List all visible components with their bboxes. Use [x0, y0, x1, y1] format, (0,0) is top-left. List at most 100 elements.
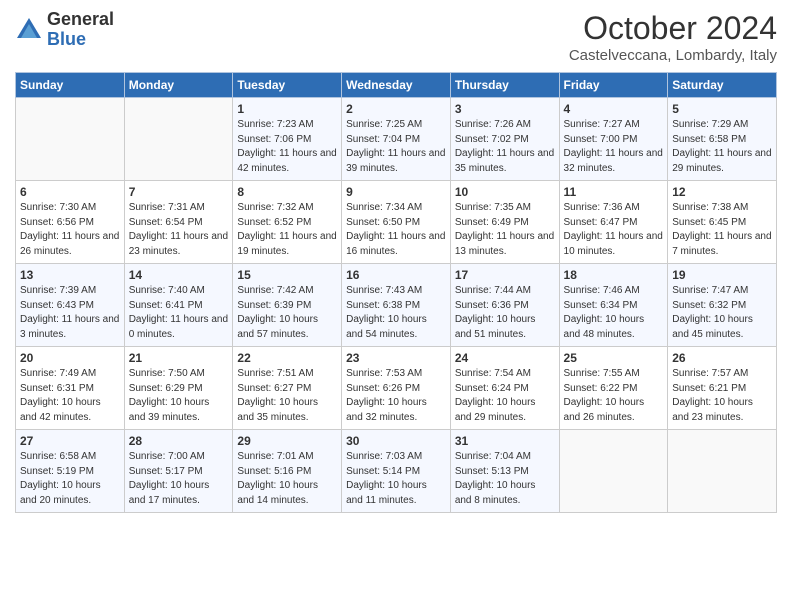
day-header-friday: Friday — [559, 73, 668, 98]
day-info: Sunrise: 7:36 AMSunset: 6:47 PMDaylight:… — [564, 201, 664, 259]
day-header-tuesday: Tuesday — [233, 73, 342, 98]
calendar-cell: 9 Sunrise: 7:34 AMSunset: 6:50 PMDaylight… — [342, 181, 451, 264]
calendar-cell: 2 Sunrise: 7:25 AMSunset: 7:04 PMDaylight… — [342, 98, 451, 181]
day-info: Sunrise: 7:35 AMSunset: 6:49 PMDaylight:… — [455, 201, 555, 259]
day-info: Sunrise: 7:01 AMSunset: 5:16 PMDaylight:… — [237, 450, 337, 508]
day-number: 25 — [564, 351, 664, 365]
day-number: 8 — [237, 185, 337, 199]
day-number: 23 — [346, 351, 446, 365]
day-info: Sunrise: 7:44 AMSunset: 6:36 PMDaylight:… — [455, 284, 555, 342]
day-info: Sunrise: 7:38 AMSunset: 6:45 PMDaylight:… — [672, 201, 772, 259]
calendar-cell — [668, 430, 777, 513]
day-info: Sunrise: 7:42 AMSunset: 6:39 PMDaylight:… — [237, 284, 337, 342]
day-info: Sunrise: 7:54 AMSunset: 6:24 PMDaylight:… — [455, 367, 555, 425]
calendar-cell: 26 Sunrise: 7:57 AMSunset: 6:21 PMDayligh… — [668, 347, 777, 430]
day-number: 24 — [455, 351, 555, 365]
day-number: 29 — [237, 434, 337, 448]
location-text: Castelveccana, Lombardy, Italy — [569, 47, 777, 64]
calendar-cell: 31Sunrise: 7:04 AMSunset: 5:13 PMDayligh… — [450, 430, 559, 513]
day-number: 5 — [672, 102, 772, 116]
day-number: 7 — [129, 185, 229, 199]
calendar-cell: 1Sunrise: 7:23 AMSunset: 7:06 PMDaylight… — [233, 98, 342, 181]
day-number: 26 — [672, 351, 772, 365]
day-number: 20 — [20, 351, 120, 365]
day-number: 30 — [346, 434, 446, 448]
calendar-cell: 22 Sunrise: 7:51 AMSunset: 6:27 PMDayligh… — [233, 347, 342, 430]
calendar-week-1: 1Sunrise: 7:23 AMSunset: 7:06 PMDaylight… — [16, 98, 777, 181]
calendar-week-2: 6Sunrise: 7:30 AMSunset: 6:56 PMDaylight… — [16, 181, 777, 264]
day-info: Sunrise: 7:26 AMSunset: 7:02 PMDaylight:… — [455, 118, 555, 176]
day-info: Sunrise: 7:03 AMSunset: 5:14 PMDaylight:… — [346, 450, 446, 508]
day-info: Sunrise: 7:46 AMSunset: 6:34 PMDaylight:… — [564, 284, 664, 342]
day-header-saturday: Saturday — [668, 73, 777, 98]
day-number: 28 — [129, 434, 229, 448]
day-header-monday: Monday — [124, 73, 233, 98]
logo-icon — [15, 16, 43, 44]
calendar-cell: 16 Sunrise: 7:43 AMSunset: 6:38 PMDayligh… — [342, 264, 451, 347]
day-info: Sunrise: 7:29 AMSunset: 6:58 PMDaylight:… — [672, 118, 772, 176]
day-info: Sunrise: 7:43 AMSunset: 6:38 PMDaylight:… — [346, 284, 446, 342]
day-number: 12 — [672, 185, 772, 199]
calendar-cell: 3 Sunrise: 7:26 AMSunset: 7:02 PMDaylight… — [450, 98, 559, 181]
calendar-cell: 14Sunrise: 7:40 AMSunset: 6:41 PMDayligh… — [124, 264, 233, 347]
logo: General Blue — [15, 10, 114, 50]
calendar-cell: 10 Sunrise: 7:35 AMSunset: 6:49 PMDayligh… — [450, 181, 559, 264]
day-number: 15 — [237, 268, 337, 282]
day-info: Sunrise: 7:50 AMSunset: 6:29 PMDaylight:… — [129, 367, 229, 425]
calendar-table: SundayMondayTuesdayWednesdayThursdayFrid… — [15, 72, 777, 513]
calendar-cell: 17Sunrise: 7:44 AMSunset: 6:36 PMDayligh… — [450, 264, 559, 347]
calendar-cell: 23 Sunrise: 7:53 AMSunset: 6:26 PMDayligh… — [342, 347, 451, 430]
day-info: Sunrise: 7:31 AMSunset: 6:54 PMDaylight:… — [129, 201, 229, 259]
day-number: 4 — [564, 102, 664, 116]
day-number: 6 — [20, 185, 120, 199]
day-number: 9 — [346, 185, 446, 199]
title-block: October 2024 Castelveccana, Lombardy, It… — [569, 10, 777, 64]
day-number: 10 — [455, 185, 555, 199]
day-number: 21 — [129, 351, 229, 365]
day-number: 2 — [346, 102, 446, 116]
calendar-cell: 20 Sunrise: 7:49 AMSunset: 6:31 PMDayligh… — [16, 347, 125, 430]
day-number: 3 — [455, 102, 555, 116]
day-number: 19 — [672, 268, 772, 282]
day-info: Sunrise: 6:58 AMSunset: 5:19 PMDaylight:… — [20, 450, 120, 508]
day-info: Sunrise: 7:49 AMSunset: 6:31 PMDaylight:… — [20, 367, 120, 425]
day-info: Sunrise: 7:53 AMSunset: 6:26 PMDaylight:… — [346, 367, 446, 425]
day-number: 11 — [564, 185, 664, 199]
calendar-cell — [16, 98, 125, 181]
calendar-cell: 11 Sunrise: 7:36 AMSunset: 6:47 PMDayligh… — [559, 181, 668, 264]
day-info: Sunrise: 7:00 AMSunset: 5:17 PMDaylight:… — [129, 450, 229, 508]
calendar-cell: 24 Sunrise: 7:54 AMSunset: 6:24 PMDayligh… — [450, 347, 559, 430]
day-info: Sunrise: 7:04 AMSunset: 5:13 PMDaylight:… — [455, 450, 555, 508]
day-header-wednesday: Wednesday — [342, 73, 451, 98]
day-header-sunday: Sunday — [16, 73, 125, 98]
calendar-cell: 8 Sunrise: 7:32 AMSunset: 6:52 PMDaylight… — [233, 181, 342, 264]
calendar-week-3: 13 Sunrise: 7:39 AMSunset: 6:43 PMDayligh… — [16, 264, 777, 347]
calendar-cell: 4 Sunrise: 7:27 AMSunset: 7:00 PMDaylight… — [559, 98, 668, 181]
day-info: Sunrise: 7:40 AMSunset: 6:41 PMDaylight:… — [129, 284, 229, 342]
calendar-cell: 27 Sunrise: 6:58 AMSunset: 5:19 PMDayligh… — [16, 430, 125, 513]
day-info: Sunrise: 7:34 AMSunset: 6:50 PMDaylight:… — [346, 201, 446, 259]
day-number: 27 — [20, 434, 120, 448]
day-number: 13 — [20, 268, 120, 282]
day-info: Sunrise: 7:39 AMSunset: 6:43 PMDaylight:… — [20, 284, 120, 342]
calendar-cell: 25Sunrise: 7:55 AMSunset: 6:22 PMDayligh… — [559, 347, 668, 430]
calendar-cell: 13 Sunrise: 7:39 AMSunset: 6:43 PMDayligh… — [16, 264, 125, 347]
day-info: Sunrise: 7:25 AMSunset: 7:04 PMDaylight:… — [346, 118, 446, 176]
day-info: Sunrise: 7:51 AMSunset: 6:27 PMDaylight:… — [237, 367, 337, 425]
day-info: Sunrise: 7:27 AMSunset: 7:00 PMDaylight:… — [564, 118, 664, 176]
calendar-cell: 29 Sunrise: 7:01 AMSunset: 5:16 PMDayligh… — [233, 430, 342, 513]
day-info: Sunrise: 7:57 AMSunset: 6:21 PMDaylight:… — [672, 367, 772, 425]
day-number: 1 — [237, 102, 337, 116]
logo-general-text: General — [47, 9, 114, 29]
day-info: Sunrise: 7:32 AMSunset: 6:52 PMDaylight:… — [237, 201, 337, 259]
calendar-cell: 7 Sunrise: 7:31 AMSunset: 6:54 PMDaylight… — [124, 181, 233, 264]
logo-blue-text: Blue — [47, 29, 86, 49]
day-number: 18 — [564, 268, 664, 282]
calendar-cell — [559, 430, 668, 513]
day-header-thursday: Thursday — [450, 73, 559, 98]
calendar-cell: 18 Sunrise: 7:46 AMSunset: 6:34 PMDayligh… — [559, 264, 668, 347]
day-number: 16 — [346, 268, 446, 282]
header-row: SundayMondayTuesdayWednesdayThursdayFrid… — [16, 73, 777, 98]
calendar-cell: 19Sunrise: 7:47 AMSunset: 6:32 PMDayligh… — [668, 264, 777, 347]
day-number: 22 — [237, 351, 337, 365]
